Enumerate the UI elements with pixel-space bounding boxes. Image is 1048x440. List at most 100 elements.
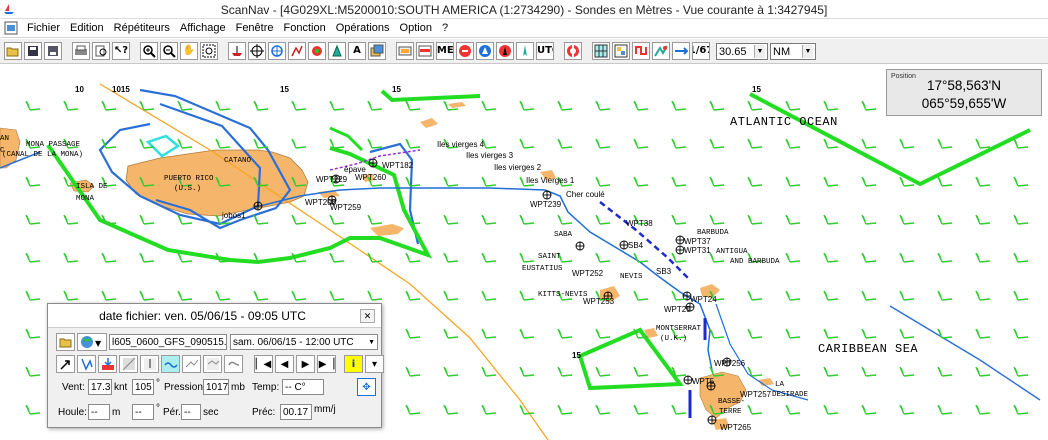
- wind-barb: [709, 100, 725, 111]
- stop-icon[interactable]: [456, 42, 474, 60]
- info-icon[interactable]: i: [344, 355, 363, 373]
- globe-download-icon[interactable]: ▼: [77, 333, 107, 351]
- current-icon[interactable]: [632, 42, 650, 60]
- wind-barb: [101, 290, 117, 301]
- wind-barb: [1013, 214, 1029, 225]
- wind-barb: [937, 138, 953, 149]
- menu-fonction[interactable]: Fonction: [279, 21, 331, 35]
- wind-barb: [709, 214, 725, 225]
- menu-fenetre[interactable]: Fenêtre: [231, 21, 279, 35]
- wind-barb: [785, 328, 801, 339]
- wind-barb: [557, 404, 573, 415]
- marker-icon[interactable]: [328, 42, 346, 60]
- menu-affichage[interactable]: Affichage: [175, 21, 231, 35]
- pan-hand-icon[interactable]: ✋: [180, 42, 198, 60]
- move-icon[interactable]: ✥: [357, 378, 376, 396]
- wind-barb: [747, 404, 763, 415]
- grib-settings-icon[interactable]: ▾: [365, 355, 384, 373]
- forecast-date-select[interactable]: sam. 06/06/15 - 12:00 UTC ▼: [230, 334, 378, 350]
- barometer-icon[interactable]: 1/67: [692, 42, 710, 60]
- menu-repetiteurs[interactable]: Répétiteurs: [109, 21, 175, 35]
- open-folder-icon[interactable]: [56, 333, 75, 351]
- first-icon[interactable]: ▏◀: [254, 355, 273, 373]
- grib-file-name[interactable]: l605_0600_GFS_090515.grb: [109, 334, 227, 350]
- auto-icon[interactable]: AUTO: [536, 42, 554, 60]
- wind-barb: [519, 366, 535, 377]
- wind-barb-icon[interactable]: [77, 355, 96, 373]
- close-icon[interactable]: ✕: [360, 309, 375, 323]
- arrow-pointer-icon[interactable]: [56, 355, 75, 373]
- wind-barb: [405, 252, 421, 263]
- crosshair-icon[interactable]: [248, 42, 266, 60]
- wind-barb: [861, 366, 877, 377]
- document-icon[interactable]: [4, 21, 18, 35]
- previous-icon[interactable]: ◀: [275, 355, 294, 373]
- swell-icon[interactable]: [203, 355, 222, 373]
- place-label: EUSTATIUS: [522, 265, 563, 273]
- chart-layers-icon[interactable]: [368, 42, 386, 60]
- boat-icon[interactable]: [228, 42, 246, 60]
- window-title: ScanNav - [4G029XL:M5200010:SOUTH AMERIC…: [220, 3, 828, 17]
- nmea-out-icon[interactable]: [416, 42, 434, 60]
- wind-barb: [519, 214, 535, 225]
- menu-fichier[interactable]: Fichier: [22, 21, 65, 35]
- print-preview-icon[interactable]: [92, 42, 110, 60]
- wind-barb: [785, 138, 801, 149]
- scale-value-select[interactable]: 30.65 ▼: [716, 43, 768, 60]
- compass-icon[interactable]: [516, 42, 534, 60]
- print-icon[interactable]: [72, 42, 90, 60]
- place-label: ISLA DE: [76, 183, 108, 191]
- unit-select[interactable]: NM ▼: [770, 43, 816, 60]
- wind-barb: [519, 100, 535, 111]
- place-label: CATANO: [224, 157, 252, 165]
- save-icon[interactable]: [24, 42, 42, 60]
- help-pointer-icon[interactable]: ↖?: [112, 42, 130, 60]
- gps-icon[interactable]: NMEA: [436, 42, 454, 60]
- wind-barb: [595, 252, 611, 263]
- precip-icon[interactable]: [119, 355, 138, 373]
- green-boundary-5: [329, 126, 364, 152]
- menu-option[interactable]: Option: [395, 21, 437, 35]
- wind-barb: [747, 290, 763, 301]
- waypoint-icon[interactable]: [288, 42, 306, 60]
- nmea-icon[interactable]: [396, 42, 414, 60]
- wind-icon[interactable]: [672, 42, 690, 60]
- save-as-icon[interactable]: [44, 42, 62, 60]
- engine-icon[interactable]: [476, 42, 494, 60]
- waypoint-label: Iles Vierges 1: [526, 176, 575, 185]
- wind-barb: [633, 138, 649, 149]
- menu-operations[interactable]: Opérations: [331, 21, 395, 35]
- place-label: KITTS-NEVIS: [538, 291, 588, 299]
- temperature-icon[interactable]: [140, 355, 159, 373]
- last-icon[interactable]: ▶▕: [317, 355, 336, 373]
- zoom-in-icon[interactable]: [140, 42, 158, 60]
- current-arrows-icon[interactable]: [182, 355, 201, 373]
- next-icon[interactable]: ▶: [296, 355, 315, 373]
- open-file-icon[interactable]: [4, 42, 22, 60]
- tide-icon[interactable]: [612, 42, 630, 60]
- menu-edition[interactable]: Edition: [65, 21, 109, 35]
- text-icon[interactable]: A: [348, 42, 366, 60]
- route-icon[interactable]: [268, 42, 286, 60]
- zoom-out-icon[interactable]: [160, 42, 178, 60]
- zoom-box-icon[interactable]: [200, 42, 218, 60]
- wind-barb: [367, 214, 383, 225]
- track-icon[interactable]: [308, 42, 326, 60]
- waypoint-label: WPT260: [355, 173, 387, 182]
- grid-icon[interactable]: [592, 42, 610, 60]
- cloud-icon[interactable]: [224, 355, 243, 373]
- wind-barb: [671, 176, 687, 187]
- wave-icon[interactable]: [161, 355, 180, 373]
- autopilot-icon[interactable]: [496, 42, 514, 60]
- waypoint-label: WPT31: [684, 246, 711, 255]
- menu-help[interactable]: ?: [437, 21, 453, 35]
- waypoint-label: Iles vierges 4: [437, 140, 485, 149]
- grib-panel-header[interactable]: date fichier: ven. 05/06/15 - 09:05 UTC …: [48, 304, 381, 328]
- wind-direction-value: 105: [132, 379, 154, 395]
- weather-icon[interactable]: [652, 42, 670, 60]
- wind-barb: [937, 214, 953, 225]
- wind-barb: [671, 138, 687, 149]
- waypoint-label: Iles vierges 3: [466, 151, 514, 160]
- pressure-down-icon[interactable]: [98, 355, 117, 373]
- lifebuoy-icon[interactable]: [564, 42, 582, 60]
